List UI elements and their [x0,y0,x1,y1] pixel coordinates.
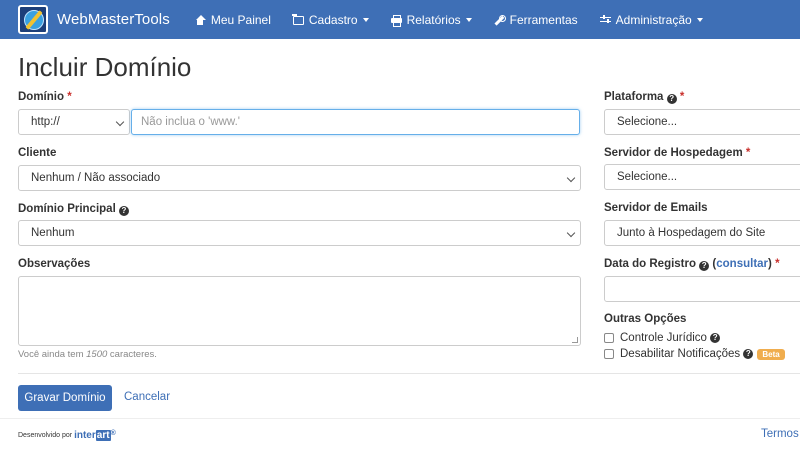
brand-name: WebMasterTools [57,11,170,28]
servidor-hospedagem-select[interactable]: Selecione... [604,164,800,190]
servidor-emails-select[interactable]: Junto à Hospedagem do Site [604,220,800,246]
data-registro-input[interactable] [604,276,800,302]
help-icon[interactable]: ? [710,333,721,343]
page-title: Incluir Domínio [18,52,192,82]
observacoes-help: Você ainda tem 1500 caracteres. [18,349,157,360]
desabilitar-notificacoes-option[interactable]: Desabilitar Notificações ? Beta [604,348,785,360]
servidor-hospedagem-label: Servidor de Hospedagem * [604,147,751,159]
caret-down-icon [362,17,369,22]
dominio-principal-select[interactable]: Nenhum [18,220,581,246]
nav-cadastro[interactable]: Cadastro [282,0,380,39]
desabilitar-notificacoes-checkbox[interactable] [604,349,614,359]
cliente-label: Cliente [18,147,57,159]
help-icon[interactable]: ? [666,94,677,104]
dominio-principal-value: Nenhum [31,227,75,239]
controle-juridico-label: Controle Jurídico [620,332,707,344]
nav-relatorios[interactable]: Relatórios [380,0,483,39]
brand[interactable]: WebMasterTools [0,0,170,39]
dominio-placeholder: Não inclua o 'www.' [141,116,240,128]
gravar-dominio-button[interactable]: Gravar Domínio [18,385,112,411]
outras-opcoes-label: Outras Opções [604,313,687,325]
help-icon[interactable]: ? [118,206,129,216]
protocol-value: http:// [31,116,60,128]
controle-juridico-checkbox[interactable] [604,333,614,343]
cancelar-link[interactable]: Cancelar [124,391,170,403]
nav-meu-painel-label: Meu Painel [210,12,271,27]
caret-down-icon [696,17,703,22]
observacoes-label: Observações [18,258,91,270]
main-nav: Meu Painel Cadastro Relatórios Ferrament… [184,0,714,39]
cliente-select[interactable]: Nenhum / Não associado [18,165,581,191]
webmastertools-logo-icon [18,5,48,34]
caret-down-icon [465,17,472,22]
observacoes-textarea[interactable] [18,276,581,346]
protocol-select[interactable]: http:// [18,109,130,135]
terms-link[interactable]: Termos de [761,428,800,440]
interart-logo[interactable]: interart® [74,430,116,441]
sliders-icon [599,14,611,25]
beta-badge: Beta [757,348,785,360]
nav-administracao[interactable]: Administração [589,0,714,39]
top-navbar: WebMasterTools Meu Painel Cadastro Relat… [0,0,800,39]
dominio-input[interactable]: Não inclua o 'www.' [131,109,580,135]
servidor-hospedagem-value: Selecione... [617,171,678,183]
nav-cadastro-label: Cadastro [308,12,358,27]
footer-divider [0,418,800,419]
controle-juridico-option[interactable]: Controle Jurídico ? [604,332,721,344]
wrench-icon [494,14,506,25]
home-icon [195,14,206,25]
nav-relatorios-label: Relatórios [406,12,461,27]
print-icon [390,14,402,27]
help-icon[interactable]: ? [699,261,710,271]
dominio-label: Domínio * [18,91,72,103]
servidor-emails-value: Junto à Hospedagem do Site [617,227,766,239]
folder-icon [292,14,304,25]
consultar-link[interactable]: consultar [716,258,768,270]
nav-meu-painel[interactable]: Meu Painel [184,0,282,39]
cliente-value: Nenhum / Não associado [31,172,161,184]
data-registro-label: Data do Registro ? (consultar) * [604,258,780,271]
nav-ferramentas-label: Ferramentas [509,12,578,27]
plataforma-value: Selecione... [617,116,678,128]
form-divider [18,373,800,374]
desabilitar-notificacoes-label: Desabilitar Notificações [620,348,741,360]
dominio-principal-label: Domínio Principal ? [18,203,129,216]
plataforma-select[interactable]: Selecione... [604,109,800,135]
help-icon[interactable]: ? [743,349,754,359]
servidor-emails-label: Servidor de Emails [604,202,708,214]
footer-credits: Desenvolvido por interart® [18,430,116,441]
plataforma-label: Plataforma ? * [604,91,685,104]
resize-handle-icon[interactable] [572,337,578,343]
nav-ferramentas[interactable]: Ferramentas [483,0,589,39]
developed-by-text: Desenvolvido por [18,432,73,439]
nav-administracao-label: Administração [615,12,692,27]
